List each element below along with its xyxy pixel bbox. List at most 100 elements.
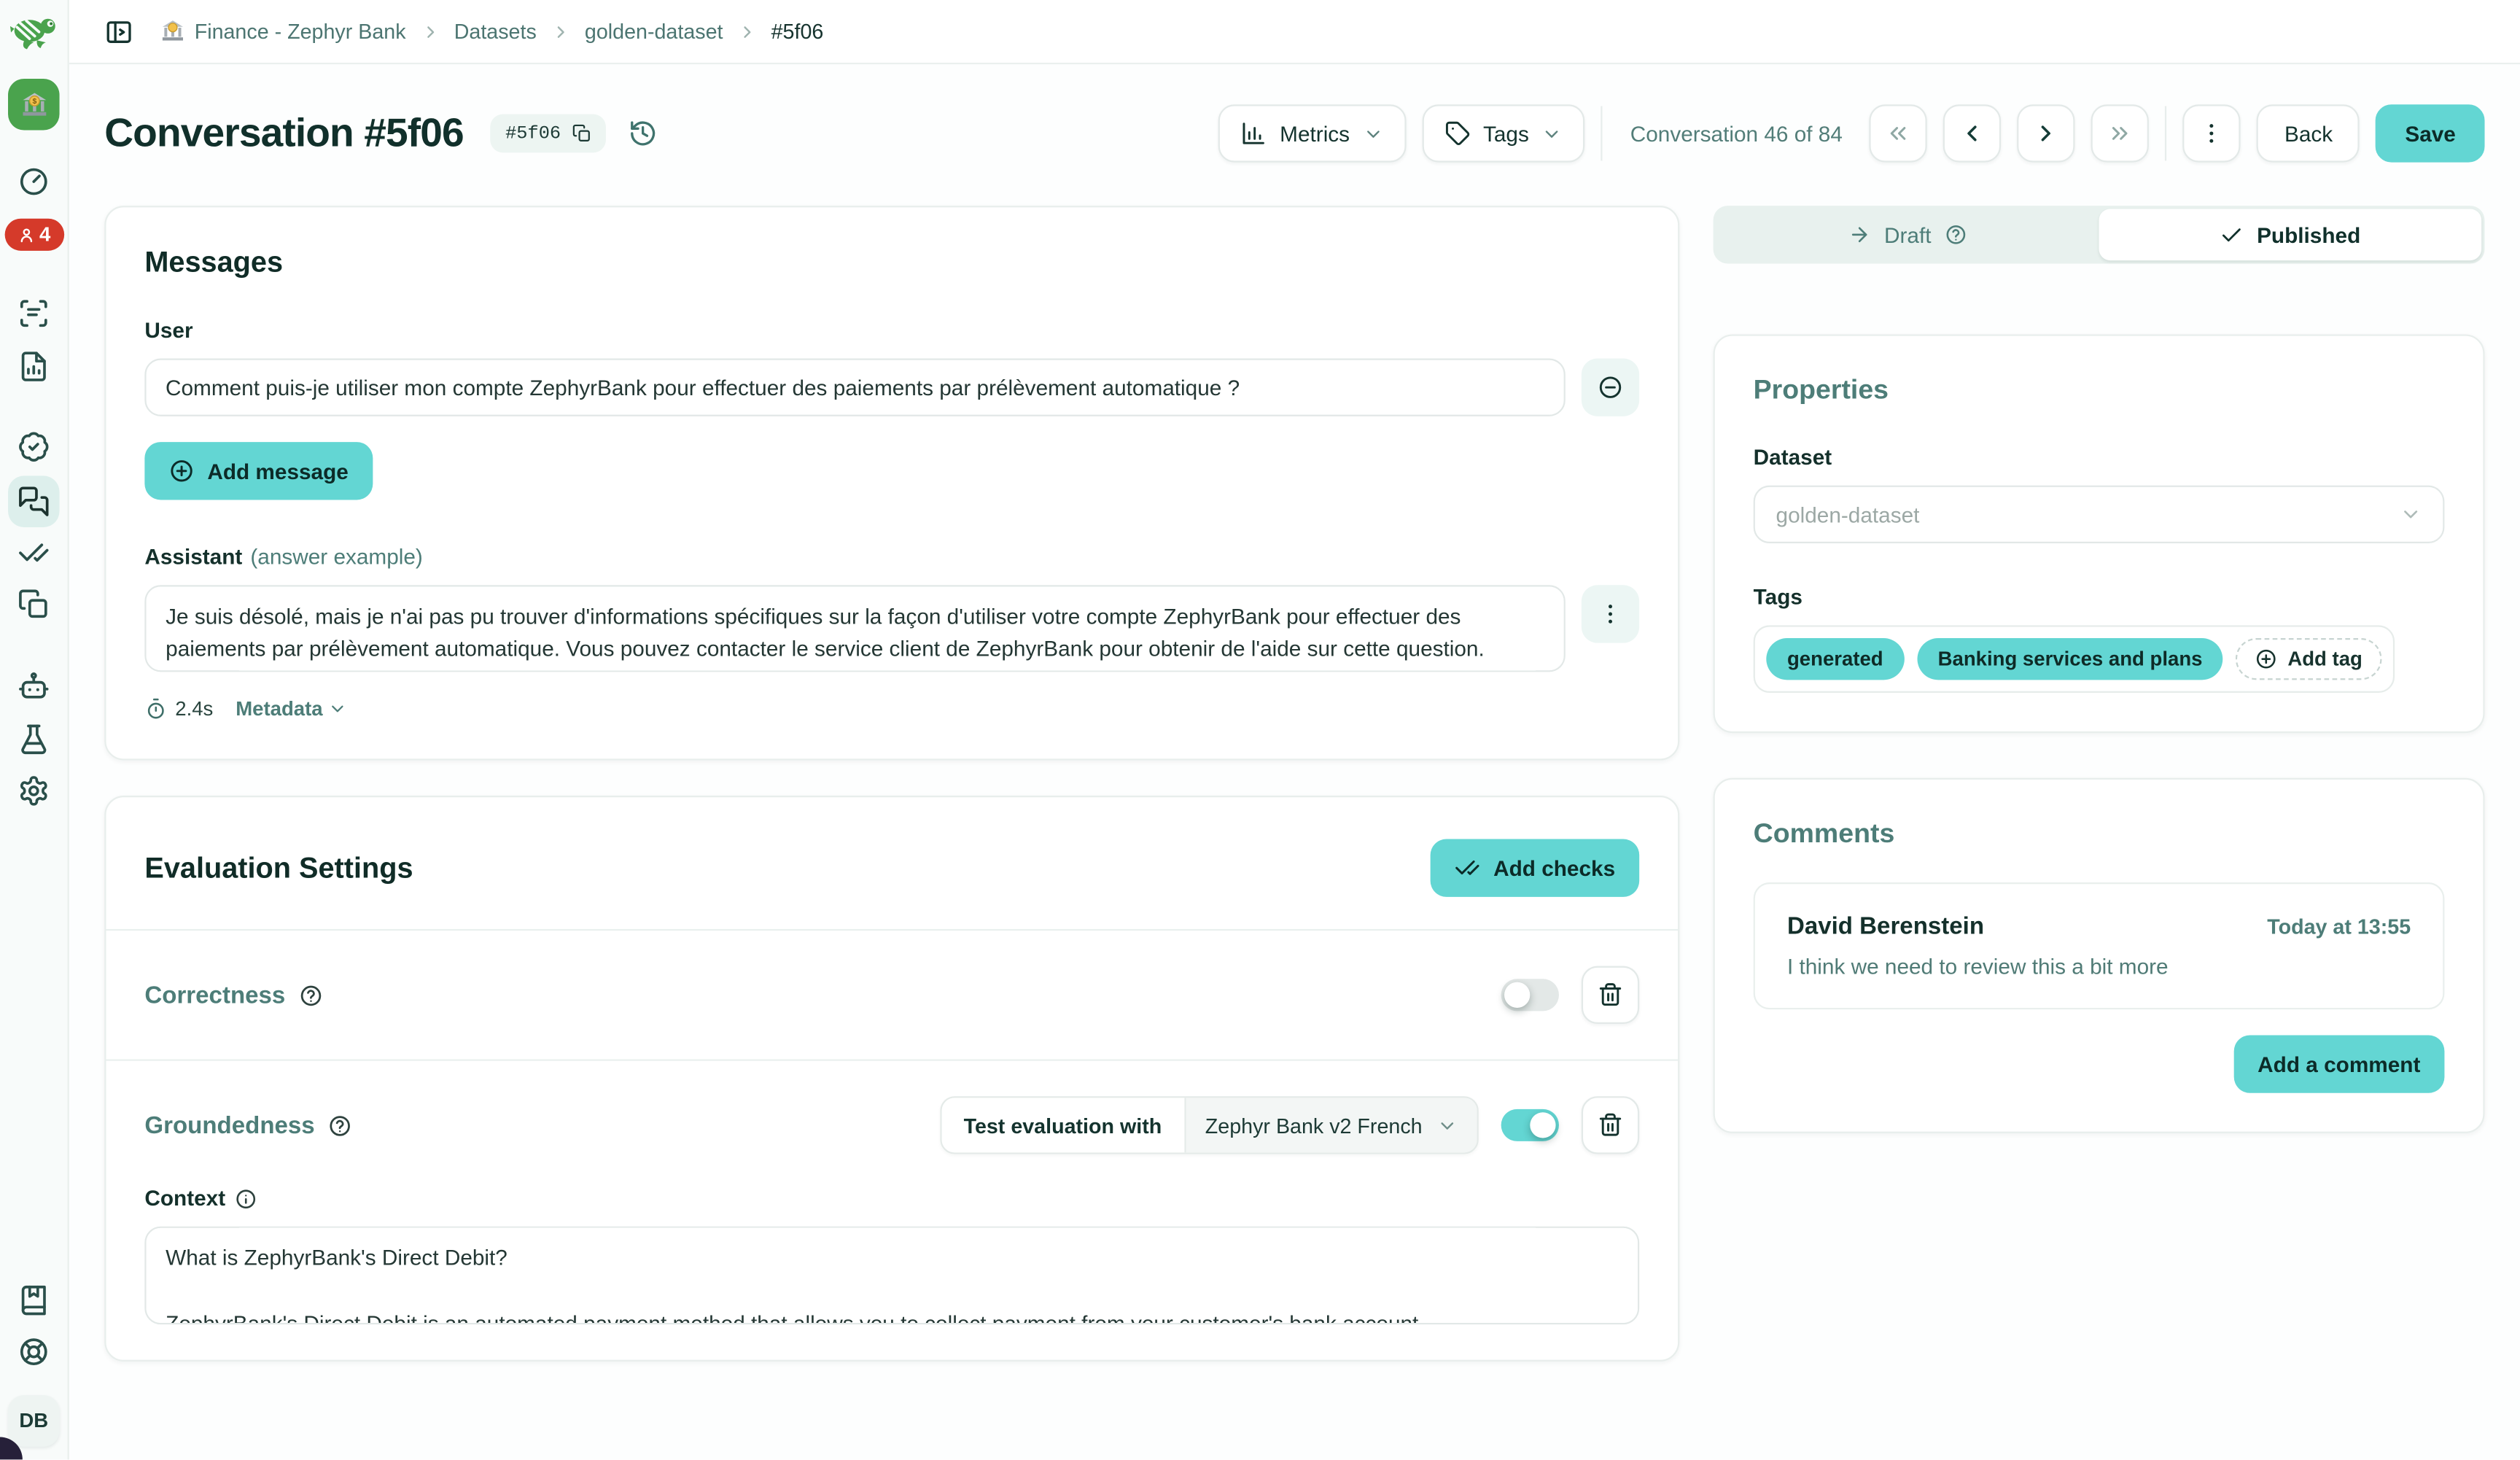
title-actions: Metrics Tags Conversation 46 of 84: [1218, 104, 2484, 162]
timer-icon: [144, 698, 167, 721]
last-page-button[interactable]: [2092, 104, 2150, 162]
app-window: $ 4: [0, 0, 2520, 1459]
minus-circle-icon: [1598, 375, 1623, 400]
sidebar: $ 4: [0, 0, 69, 1459]
delete-correctness-button[interactable]: [1582, 966, 1639, 1024]
add-comment-button[interactable]: Add a comment: [2233, 1035, 2444, 1092]
back-button[interactable]: Back: [2258, 104, 2360, 162]
assistant-options-button[interactable]: [1582, 585, 1639, 642]
chevron-down-icon: [327, 699, 346, 718]
dataset-selected-value: golden-dataset: [1776, 502, 1920, 527]
plus-circle-icon: [168, 458, 194, 484]
sidebar-item-dashboard[interactable]: [18, 166, 50, 198]
comment-author: David Berenstein: [1787, 913, 1984, 940]
assistant-message-textarea[interactable]: Je suis désolé, mais je n'ai pas pu trou…: [144, 585, 1565, 672]
panel-toggle-icon: [104, 17, 133, 46]
latency-value: 2.4s: [175, 698, 213, 721]
save-button[interactable]: Save: [2376, 104, 2485, 162]
comment-header: David Berenstein Today at 13:55: [1787, 913, 2411, 940]
divider: [1601, 106, 1603, 160]
sidebar-item-reports[interactable]: [18, 350, 50, 382]
more-options-button[interactable]: [2183, 104, 2241, 162]
test-evaluation-label[interactable]: Test evaluation with: [941, 1098, 1186, 1152]
sidebar-item-prompts[interactable]: [18, 298, 50, 330]
sidebar-toggle-button[interactable]: [104, 17, 133, 46]
breadcrumb-dataset[interactable]: golden-dataset: [585, 19, 723, 43]
delete-groundedness-button[interactable]: [1582, 1096, 1639, 1154]
flask-icon: [18, 723, 50, 756]
help-circle-icon[interactable]: [327, 1113, 351, 1137]
check-row-groundedness: Groundedness Test evaluation with Zephyr…: [106, 1060, 1678, 1359]
gear-icon: [18, 774, 50, 807]
sidebar-item-evaluations[interactable]: [18, 537, 50, 569]
help-circle-icon[interactable]: [298, 983, 322, 1007]
assistant-sublabel: (answer example): [250, 545, 422, 569]
workspace-avatar[interactable]: $: [8, 79, 60, 131]
badge-check-icon: [18, 431, 50, 463]
properties-card: Properties Dataset golden-dataset Tags g…: [1714, 334, 2485, 733]
sidebar-item-conversations-active[interactable]: [8, 475, 60, 527]
properties-heading: Properties: [1754, 375, 2445, 407]
tags-button[interactable]: Tags: [1422, 104, 1585, 162]
assistant-meta-row: 2.4s Metadata: [144, 698, 1639, 721]
breadcrumb-datasets[interactable]: Datasets: [454, 19, 537, 43]
info-icon[interactable]: [235, 1187, 257, 1210]
correctness-toggle-off[interactable]: [1501, 979, 1559, 1011]
status-published-button[interactable]: Published: [2099, 209, 2482, 261]
next-page-button[interactable]: [2018, 104, 2075, 162]
context-textarea[interactable]: What is ZephyrBank's Direct Debit? Zephy…: [144, 1227, 1639, 1324]
remove-message-button[interactable]: [1582, 359, 1639, 416]
sidebar-item-settings[interactable]: [18, 774, 50, 807]
copy-icon[interactable]: [572, 124, 591, 143]
context-label-row: Context: [144, 1187, 1639, 1211]
sidebar-item-agents[interactable]: [18, 670, 50, 702]
breadcrumb-workspace[interactable]: Finance - Zephyr Bank: [160, 19, 405, 43]
bank-icon: $: [20, 91, 47, 118]
sidebar-item-docs[interactable]: [18, 1284, 50, 1316]
model-select[interactable]: Zephyr Bank v2 French: [1186, 1098, 1477, 1152]
tag-pill[interactable]: Banking services and plans: [1917, 638, 2223, 680]
dataset-label: Dataset: [1754, 446, 2445, 470]
check-name: Correctness: [144, 982, 285, 1009]
svg-text:$: $: [31, 97, 36, 105]
dataset-select[interactable]: golden-dataset: [1754, 486, 2445, 543]
user-message-input[interactable]: [144, 359, 1565, 416]
add-message-button[interactable]: Add message: [144, 442, 373, 500]
app-logo[interactable]: [0, 0, 68, 64]
user-avatar[interactable]: DB: [8, 1395, 60, 1447]
copy-icon: [18, 589, 50, 621]
first-page-button[interactable]: [1870, 104, 1927, 162]
chevron-down-icon: [1363, 123, 1384, 144]
topbar: Finance - Zephyr Bank Datasets golden-da…: [69, 0, 2520, 64]
sidebar-item-experiments[interactable]: [18, 723, 50, 756]
chat-messages-icon: [18, 486, 50, 518]
comments-heading: Comments: [1754, 818, 2445, 850]
add-tag-button[interactable]: Add tag: [2236, 638, 2382, 680]
metrics-button[interactable]: Metrics: [1218, 104, 1406, 162]
sidebar-item-datasets[interactable]: [18, 589, 50, 621]
add-checks-button[interactable]: Add checks: [1431, 839, 1639, 897]
groundedness-toggle-on[interactable]: [1501, 1109, 1559, 1141]
metadata-toggle[interactable]: Metadata: [236, 698, 346, 721]
comments-card: Comments David Berenstein Today at 13:55…: [1714, 778, 2485, 1133]
content-columns: Messages User Add message: [104, 206, 2484, 1361]
chevron-left-icon: [1960, 120, 1986, 146]
plus-circle-icon: [2255, 648, 2278, 670]
trash-icon: [1598, 982, 1623, 1008]
bot-icon: [18, 670, 50, 702]
toggle-knob: [1504, 982, 1530, 1008]
status-draft-button[interactable]: Draft: [1716, 209, 2099, 261]
history-button[interactable]: [629, 119, 658, 148]
life-buoy-icon: [18, 1336, 50, 1368]
sidebar-item-support[interactable]: [18, 1336, 50, 1368]
scan-text-icon: [18, 298, 50, 330]
check-icon: [2220, 222, 2244, 246]
previous-page-button[interactable]: [1944, 104, 2002, 162]
user-message-row: [144, 359, 1639, 416]
tag-pill[interactable]: generated: [1766, 638, 1904, 680]
assistant-label-row: Assistant (answer example): [144, 545, 1639, 569]
comment-timestamp: Today at 13:55: [2267, 915, 2411, 939]
chevron-down-icon: [1542, 123, 1563, 144]
breadcrumb: Finance - Zephyr Bank Datasets golden-da…: [160, 19, 823, 43]
sidebar-item-quality[interactable]: [18, 431, 50, 463]
